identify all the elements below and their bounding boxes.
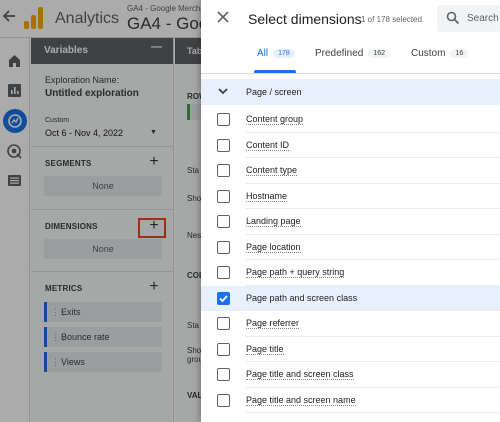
group-label: Page / screen bbox=[246, 87, 302, 97]
checkbox[interactable] bbox=[217, 215, 230, 228]
dimension-row[interactable]: Page title and screen name bbox=[201, 388, 500, 413]
tab-count-badge: 178 bbox=[273, 49, 295, 58]
select-dimensions-dialog: Select dimensions 1 of 178 selected Sear… bbox=[201, 0, 500, 422]
dimension-label: Page referrer bbox=[246, 318, 300, 329]
checkbox[interactable] bbox=[217, 368, 230, 381]
dimension-row[interactable]: Content group bbox=[201, 107, 500, 133]
row-divider bbox=[246, 412, 500, 413]
dimension-label: Content type bbox=[246, 165, 298, 176]
search-placeholder: Search bbox=[467, 13, 499, 24]
dimension-label: Page path and screen class bbox=[246, 292, 358, 303]
dimension-label: Hostname bbox=[246, 190, 288, 202]
close-icon[interactable] bbox=[216, 9, 232, 27]
dimension-label: Page path + query string bbox=[246, 267, 345, 278]
checkbox[interactable] bbox=[217, 342, 230, 356]
checkbox[interactable] bbox=[217, 240, 230, 254]
checkbox[interactable] bbox=[217, 189, 230, 203]
checkbox[interactable] bbox=[217, 138, 230, 152]
tab-label: Predefined bbox=[315, 48, 364, 59]
dimension-label: Page title and screen name bbox=[246, 394, 356, 406]
search-input[interactable]: Search bbox=[437, 5, 500, 32]
check-icon bbox=[219, 294, 228, 302]
tab-custom[interactable]: Custom 16 bbox=[411, 48, 469, 59]
dimension-label: Page title and screen class bbox=[246, 369, 354, 380]
tab-count-badge: 16 bbox=[450, 49, 469, 58]
dimension-tabs: All 178 Predefined 162 Custom 16 bbox=[201, 36, 500, 74]
dimension-label: Content group bbox=[246, 114, 304, 125]
dialog-title: Select dimensions bbox=[248, 11, 362, 27]
dimension-row[interactable]: Page location bbox=[201, 235, 500, 260]
dimension-label: Page title bbox=[246, 343, 284, 355]
modal-scrim[interactable] bbox=[0, 0, 204, 422]
selected-count: 1 of 178 selected bbox=[361, 15, 422, 24]
dimension-row[interactable]: Page referrer bbox=[201, 311, 500, 337]
checkbox[interactable] bbox=[217, 164, 230, 177]
search-icon bbox=[446, 11, 460, 25]
tab-label: Custom bbox=[411, 48, 446, 59]
tab-count-badge: 162 bbox=[368, 49, 391, 58]
checkbox[interactable] bbox=[217, 113, 230, 126]
dimension-row[interactable]: Content type bbox=[201, 158, 500, 184]
dimension-row[interactable]: Page title and screen class bbox=[201, 362, 500, 388]
dimension-row[interactable]: Page title bbox=[201, 337, 500, 362]
tab-all[interactable]: All 178 bbox=[257, 48, 295, 59]
dimension-row[interactable]: Page path + query string bbox=[201, 260, 500, 286]
checkbox[interactable] bbox=[217, 317, 230, 330]
dimension-row[interactable]: Page path and screen class bbox=[201, 285, 500, 311]
checkbox[interactable] bbox=[217, 266, 230, 279]
tab-predefined[interactable]: Predefined 162 bbox=[315, 48, 391, 59]
active-tab-indicator bbox=[254, 70, 296, 73]
dimension-label: Content ID bbox=[246, 139, 290, 151]
checkbox[interactable] bbox=[217, 393, 230, 407]
dimension-label: Landing page bbox=[246, 216, 301, 227]
chevron-down-icon bbox=[218, 88, 228, 95]
dimension-label: Page location bbox=[246, 241, 301, 253]
group-header-page-screen[interactable]: Page / screen bbox=[201, 79, 500, 105]
tab-label: All bbox=[257, 48, 269, 59]
checkbox-checked[interactable] bbox=[217, 291, 230, 305]
dimension-row[interactable]: Hostname bbox=[201, 184, 500, 209]
dimension-row[interactable]: Landing page bbox=[201, 209, 500, 235]
dimension-row[interactable]: Content ID bbox=[201, 133, 500, 158]
